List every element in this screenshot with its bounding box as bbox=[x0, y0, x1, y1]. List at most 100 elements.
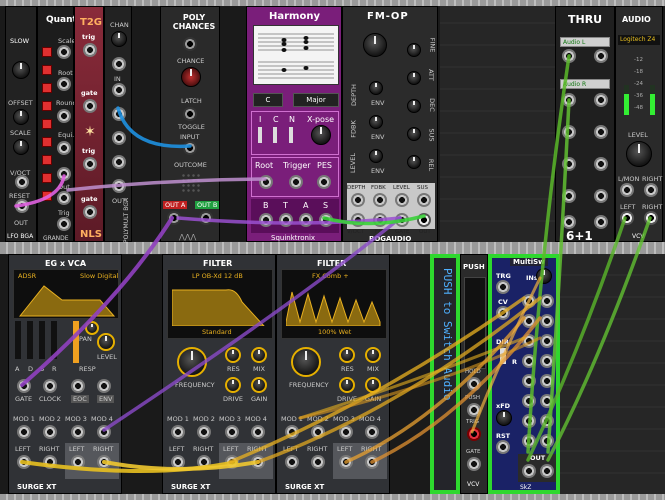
multisw-in-jack-8[interactable] bbox=[540, 354, 554, 368]
filter2-res-knob[interactable] bbox=[339, 347, 355, 363]
t2g-gate2-jack[interactable] bbox=[83, 205, 97, 219]
filter2-drive-knob[interactable] bbox=[339, 377, 355, 393]
quant-note-button-8[interactable] bbox=[42, 173, 52, 183]
eg-vca-eoc-jack[interactable] bbox=[71, 379, 85, 393]
multisw-in-jack-16[interactable] bbox=[540, 434, 554, 448]
audio-out-right-jack[interactable] bbox=[644, 183, 658, 197]
harmony-c-switch[interactable] bbox=[273, 127, 277, 143]
harmony-b-jack[interactable] bbox=[259, 213, 273, 227]
harmony-i-switch[interactable] bbox=[258, 127, 262, 143]
filter1-mod1-jack[interactable] bbox=[171, 425, 185, 439]
thru-ch2-out-jack[interactable] bbox=[594, 93, 608, 107]
lfo-rate-knob[interactable] bbox=[12, 61, 30, 79]
eg-vca-mod3-jack[interactable] bbox=[71, 425, 85, 439]
eg-vca-release-slider[interactable] bbox=[51, 321, 57, 359]
audio-level-knob[interactable] bbox=[626, 141, 652, 167]
filter1-frequency-knob[interactable] bbox=[177, 347, 207, 377]
polymult-chan-jack[interactable] bbox=[112, 57, 126, 71]
polymult-out-jack-3[interactable] bbox=[112, 155, 126, 169]
thru-ch3-out-jack[interactable] bbox=[594, 125, 608, 139]
eg-vca-level-knob[interactable] bbox=[97, 333, 115, 351]
poly-chances-chance-knob[interactable] bbox=[181, 67, 201, 87]
quant-out-jack[interactable] bbox=[57, 191, 71, 205]
multisw-out-jack-2[interactable] bbox=[540, 464, 554, 478]
eg-vca-attack-slider[interactable] bbox=[15, 321, 21, 359]
quant-note-button-3[interactable] bbox=[42, 83, 52, 93]
thru-ch3-in-jack[interactable] bbox=[562, 125, 576, 139]
thru-ch4-out-jack[interactable] bbox=[594, 157, 608, 171]
eg-vca-mod1-jack[interactable] bbox=[17, 425, 31, 439]
multisw-out-jack-1[interactable] bbox=[522, 464, 536, 478]
harmony-xpose-knob[interactable] bbox=[311, 125, 331, 145]
filter2-mod2-jack[interactable] bbox=[311, 425, 325, 439]
multisw-in-jack-3[interactable] bbox=[522, 314, 536, 328]
multisw-in-jack-12[interactable] bbox=[540, 394, 554, 408]
filter1-mod3-jack[interactable] bbox=[225, 425, 239, 439]
push-hold-jack[interactable] bbox=[467, 377, 481, 391]
polymult-out-jack-1[interactable] bbox=[112, 107, 126, 121]
filter1-res-knob[interactable] bbox=[225, 347, 241, 363]
quant-note-button-4[interactable] bbox=[42, 101, 52, 111]
thru-ch1-out-jack[interactable] bbox=[594, 49, 608, 63]
fm-op-level-jack[interactable] bbox=[395, 193, 409, 207]
multisw-dir-switch[interactable] bbox=[500, 348, 506, 364]
quant-trig-jack[interactable] bbox=[57, 217, 71, 231]
filter1-mix-knob[interactable] bbox=[251, 347, 267, 363]
eg-vca-pan-knob[interactable] bbox=[85, 321, 99, 335]
filter2-left-out-jack[interactable] bbox=[339, 455, 353, 469]
t2g-trig2-jack[interactable] bbox=[83, 157, 97, 171]
fm-op-fine-knob[interactable] bbox=[407, 43, 421, 57]
quant-round-jack[interactable] bbox=[57, 109, 71, 123]
harmony-s-jack[interactable] bbox=[319, 213, 333, 227]
lfo-voct-jack[interactable] bbox=[15, 175, 29, 189]
quant-note-button-7[interactable] bbox=[42, 155, 52, 165]
eg-vca-mod2-jack[interactable] bbox=[43, 425, 57, 439]
poly-chances-latch-jack[interactable] bbox=[183, 107, 197, 121]
harmony-a-jack[interactable] bbox=[299, 213, 313, 227]
fm-op-out-jack[interactable] bbox=[417, 213, 431, 227]
filter2-right-out-jack[interactable] bbox=[365, 455, 379, 469]
polymult-out-jack-2[interactable] bbox=[112, 131, 126, 145]
harmony-pes-jack[interactable] bbox=[317, 175, 331, 189]
harmony-key-select[interactable]: C bbox=[253, 93, 283, 107]
lfo-reset-jack[interactable] bbox=[15, 199, 29, 213]
multisw-trg-jack[interactable] bbox=[496, 280, 510, 294]
fm-op-sus-knob[interactable] bbox=[407, 127, 421, 141]
filter2-mix-knob[interactable] bbox=[365, 347, 381, 363]
multisw-cv-jack[interactable] bbox=[496, 306, 510, 320]
quant-note-button-9[interactable] bbox=[42, 191, 52, 201]
multisw-in-jack-6[interactable] bbox=[540, 334, 554, 348]
multisw-in-jack-7[interactable] bbox=[522, 354, 536, 368]
fm-op-sus-jack[interactable] bbox=[417, 193, 431, 207]
audio-in-left-jack[interactable] bbox=[620, 211, 634, 225]
push-button[interactable] bbox=[464, 277, 486, 369]
multisw-in-jack-9[interactable] bbox=[522, 374, 536, 388]
multisw-in-jack-13[interactable] bbox=[522, 414, 536, 428]
t2g-trig1-jack[interactable] bbox=[83, 43, 97, 57]
poly-chances-out-a-jack[interactable] bbox=[167, 211, 181, 225]
harmony-root-jack[interactable] bbox=[259, 175, 273, 189]
quant-root-jack[interactable] bbox=[57, 77, 71, 91]
polymult-chan-knob[interactable] bbox=[111, 31, 127, 47]
filter1-mod4-jack[interactable] bbox=[251, 425, 265, 439]
thru-ch6-in-jack[interactable] bbox=[562, 215, 576, 229]
lfo-scale-knob[interactable] bbox=[13, 139, 29, 155]
fm-op-rel-knob[interactable] bbox=[407, 155, 421, 169]
filter2-mod4-jack[interactable] bbox=[365, 425, 379, 439]
eg-vca-decay-slider[interactable] bbox=[27, 321, 33, 359]
filter2-gain-knob[interactable] bbox=[365, 377, 381, 393]
thru-ch2-field[interactable]: Audio R bbox=[560, 79, 610, 89]
filter1-gain-knob[interactable] bbox=[251, 377, 267, 393]
eg-vca-mod4-jack[interactable] bbox=[97, 425, 111, 439]
eg-vca-right-out-jack[interactable] bbox=[97, 455, 111, 469]
fm-op-dec-knob[interactable] bbox=[407, 99, 421, 113]
fm-op-voct-jack[interactable] bbox=[351, 213, 365, 227]
thru-ch2-in-jack[interactable] bbox=[562, 93, 576, 107]
harmony-mode-select[interactable]: Major bbox=[293, 93, 339, 107]
filter1-mod2-jack[interactable] bbox=[197, 425, 211, 439]
thru-ch4-in-jack[interactable] bbox=[562, 157, 576, 171]
multisw-in-jack-10[interactable] bbox=[540, 374, 554, 388]
filter1-drive-knob[interactable] bbox=[225, 377, 241, 393]
polymult-in-jack[interactable] bbox=[112, 83, 126, 97]
multisw-in-jack-14[interactable] bbox=[540, 414, 554, 428]
